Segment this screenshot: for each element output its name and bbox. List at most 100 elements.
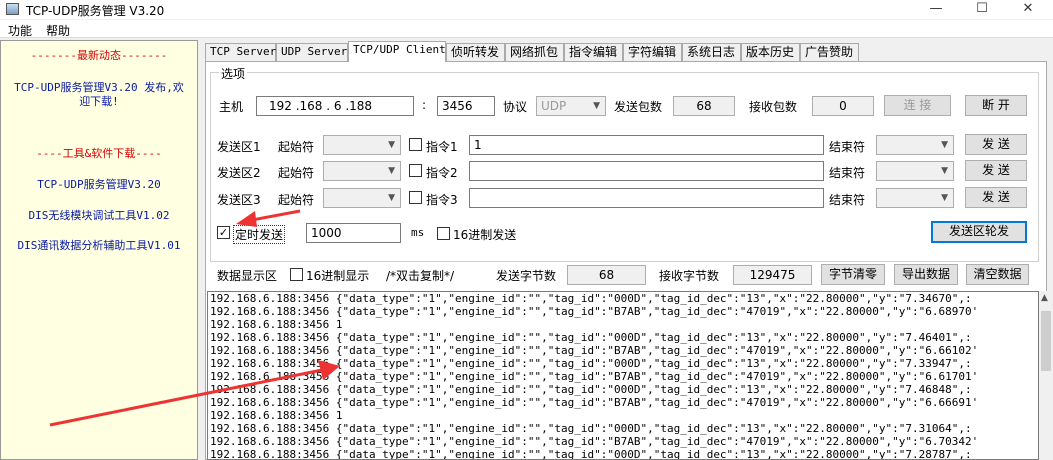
disconnect-button[interactable]: 断 开 (965, 95, 1027, 116)
connect-button[interactable]: 连 接 (884, 95, 951, 116)
log-line: 192.168.6.188:3456 {"data_type":"1","eng… (210, 331, 972, 344)
hex-send-label: 16进制发送 (453, 228, 517, 242)
port-input[interactable]: 3456 (437, 96, 495, 116)
cmd-2-label: 指令2 (426, 166, 458, 180)
tab-tcp-server[interactable]: TCP Server (205, 43, 276, 61)
send-area-3-start-select[interactable]: ▼ (323, 188, 401, 208)
tab-system-log[interactable]: 系统日志 (682, 43, 741, 61)
tool-link-tcp-udp[interactable]: TCP-UDP服务管理V3.20 (3, 178, 195, 192)
sent-packets-label: 发送包数 (614, 100, 663, 114)
timed-send-checkbox[interactable]: ✓ (217, 226, 230, 239)
minimize-button[interactable]: — (913, 0, 959, 19)
tab-udp-server[interactable]: UDP Server (276, 43, 348, 61)
sent-packets-value: 68 (673, 96, 735, 116)
news-header: -------最新动态------- (30, 49, 168, 62)
cmd-3-checkbox[interactable] (409, 191, 422, 204)
log-line: 192.168.6.188:3456 1 (210, 409, 343, 422)
send-area-2-send-button[interactable]: 发 送 (965, 160, 1027, 181)
chevron-down-icon: ▼ (388, 166, 395, 176)
news-link[interactable]: TCP-UDP服务管理V3.20 发布,欢迎下载! (11, 81, 187, 109)
send-area-1-input[interactable]: 1 (469, 135, 824, 155)
tab-packet-capture[interactable]: 网络抓包 (505, 43, 564, 61)
received-data-log[interactable]: 192.168.6.188:3456 {"data_type":"1","eng… (207, 291, 1039, 460)
chevron-down-icon: ▼ (941, 166, 948, 176)
sent-bytes-value: 68 (567, 265, 646, 285)
rotate-send-button[interactable]: 发送区轮发 (931, 221, 1027, 243)
sent-bytes-label: 发送字节数 (496, 269, 557, 283)
send-area-3-end-select[interactable]: ▼ (876, 188, 954, 208)
tab-version-history[interactable]: 版本历史 (741, 43, 800, 61)
cmd-1-label: 指令1 (426, 140, 458, 154)
send-area-1-start-select[interactable]: ▼ (323, 135, 401, 155)
tool-link-dis-analysis[interactable]: DIS通讯数据分析辅助工具V1.01 (15, 239, 183, 253)
tab-listen-forward[interactable]: 侦听转发 (446, 43, 505, 61)
port-colon: : (422, 98, 427, 112)
log-line: 192.168.6.188:3456 {"data_type":"1","eng… (210, 448, 972, 460)
send-area-2-start-label: 起始符 (278, 166, 315, 180)
chevron-down-icon: ▼ (593, 101, 600, 111)
send-area-3-send-button[interactable]: 发 送 (965, 187, 1027, 208)
left-info-panel: -------最新动态------- TCP-UDP服务管理V3.20 发布,欢… (0, 40, 198, 460)
hex-send-checkbox[interactable] (437, 227, 450, 240)
tab-command-edit[interactable]: 指令编辑 (564, 43, 623, 61)
log-line: 192.168.6.188:3456 {"data_type":"1","eng… (210, 396, 979, 409)
send-area-1-end-select[interactable]: ▼ (876, 135, 954, 155)
recv-packets-value: 0 (812, 96, 874, 116)
send-area-1-label: 发送区1 (217, 140, 261, 154)
send-area-2-label: 发送区2 (217, 166, 261, 180)
scroll-up-icon[interactable]: ▲ (1041, 293, 1048, 303)
send-area-2-end-select[interactable]: ▼ (876, 161, 954, 181)
cmd-3-label: 指令3 (426, 193, 458, 207)
send-area-3-input[interactable] (469, 188, 824, 208)
protocol-value: UDP (541, 99, 567, 113)
protocol-select[interactable]: UDP ▼ (536, 96, 606, 116)
menu-help[interactable]: 帮助 (46, 22, 70, 39)
menu-function[interactable]: 功能 (8, 22, 32, 39)
maximize-button[interactable]: ☐ (959, 0, 1005, 19)
send-area-2-start-select[interactable]: ▼ (323, 161, 401, 181)
protocol-label: 协议 (503, 100, 528, 114)
window-title: TCP-UDP服务管理 V3.20 (26, 4, 165, 18)
title-bar: TCP-UDP服务管理 V3.20 — ☐ ✕ (0, 0, 1053, 19)
export-data-button[interactable]: 导出数据 (894, 264, 958, 285)
log-line: 192.168.6.188:3456 {"data_type":"1","eng… (210, 422, 972, 435)
host-label: 主机 (219, 100, 244, 114)
send-area-3-label: 发送区3 (217, 193, 261, 207)
log-line: 192.168.6.188:3456 {"data_type":"1","eng… (210, 435, 979, 448)
log-line: 192.168.6.188:3456 {"data_type":"1","eng… (210, 344, 979, 357)
double-click-copy-hint: /*双击复制*/ (386, 269, 455, 283)
log-line: 192.168.6.188:3456 {"data_type":"1","eng… (210, 305, 979, 318)
tool-link-dis-wireless[interactable]: DIS无线模块调试工具V1.02 (3, 209, 195, 223)
tab-ad-sponsor[interactable]: 广告赞助 (800, 43, 859, 61)
timed-interval-input[interactable]: 1000 (306, 223, 401, 243)
cmd-1-checkbox[interactable] (409, 138, 422, 151)
recv-bytes-value: 129475 (733, 265, 812, 285)
send-area-3-end-label: 结束符 (829, 193, 866, 207)
recv-bytes-label: 接收字节数 (659, 269, 720, 283)
tab-tcp-udp-client[interactable]: TCP/UDP Client (348, 41, 446, 62)
options-group-title: 选项 (219, 65, 248, 82)
log-line: 192.168.6.188:3456 {"data_type":"1","eng… (210, 370, 979, 383)
chevron-down-icon: ▼ (388, 140, 395, 150)
recv-packets-label: 接收包数 (749, 100, 798, 114)
clear-bytes-button[interactable]: 字节清零 (821, 264, 885, 285)
chevron-down-icon: ▼ (941, 193, 948, 203)
host-ip-input[interactable]: 192 .168 . 6 .188 (256, 96, 414, 116)
hex-display-checkbox[interactable] (290, 268, 303, 281)
log-scrollbar[interactable]: ▲ (1039, 291, 1053, 460)
send-area-2-input[interactable] (469, 161, 824, 181)
tab-char-edit[interactable]: 字符编辑 (623, 43, 682, 61)
log-line: 192.168.6.188:3456 {"data_type":"1","eng… (210, 383, 972, 396)
scroll-thumb[interactable] (1041, 311, 1051, 371)
send-area-1-send-button[interactable]: 发 送 (965, 134, 1027, 155)
log-line: 192.168.6.188:3456 {"data_type":"1","eng… (210, 357, 972, 370)
menu-bar: 功能 帮助 (0, 20, 1053, 38)
close-button[interactable]: ✕ (1005, 0, 1051, 19)
clear-data-button[interactable]: 清空数据 (966, 264, 1029, 285)
send-area-2-end-label: 结束符 (829, 166, 866, 180)
send-area-1-start-label: 起始符 (278, 140, 315, 154)
chevron-down-icon: ▼ (388, 193, 395, 203)
display-area-label: 数据显示区 (217, 269, 278, 283)
cmd-2-checkbox[interactable] (409, 164, 422, 177)
app-icon (6, 3, 19, 15)
